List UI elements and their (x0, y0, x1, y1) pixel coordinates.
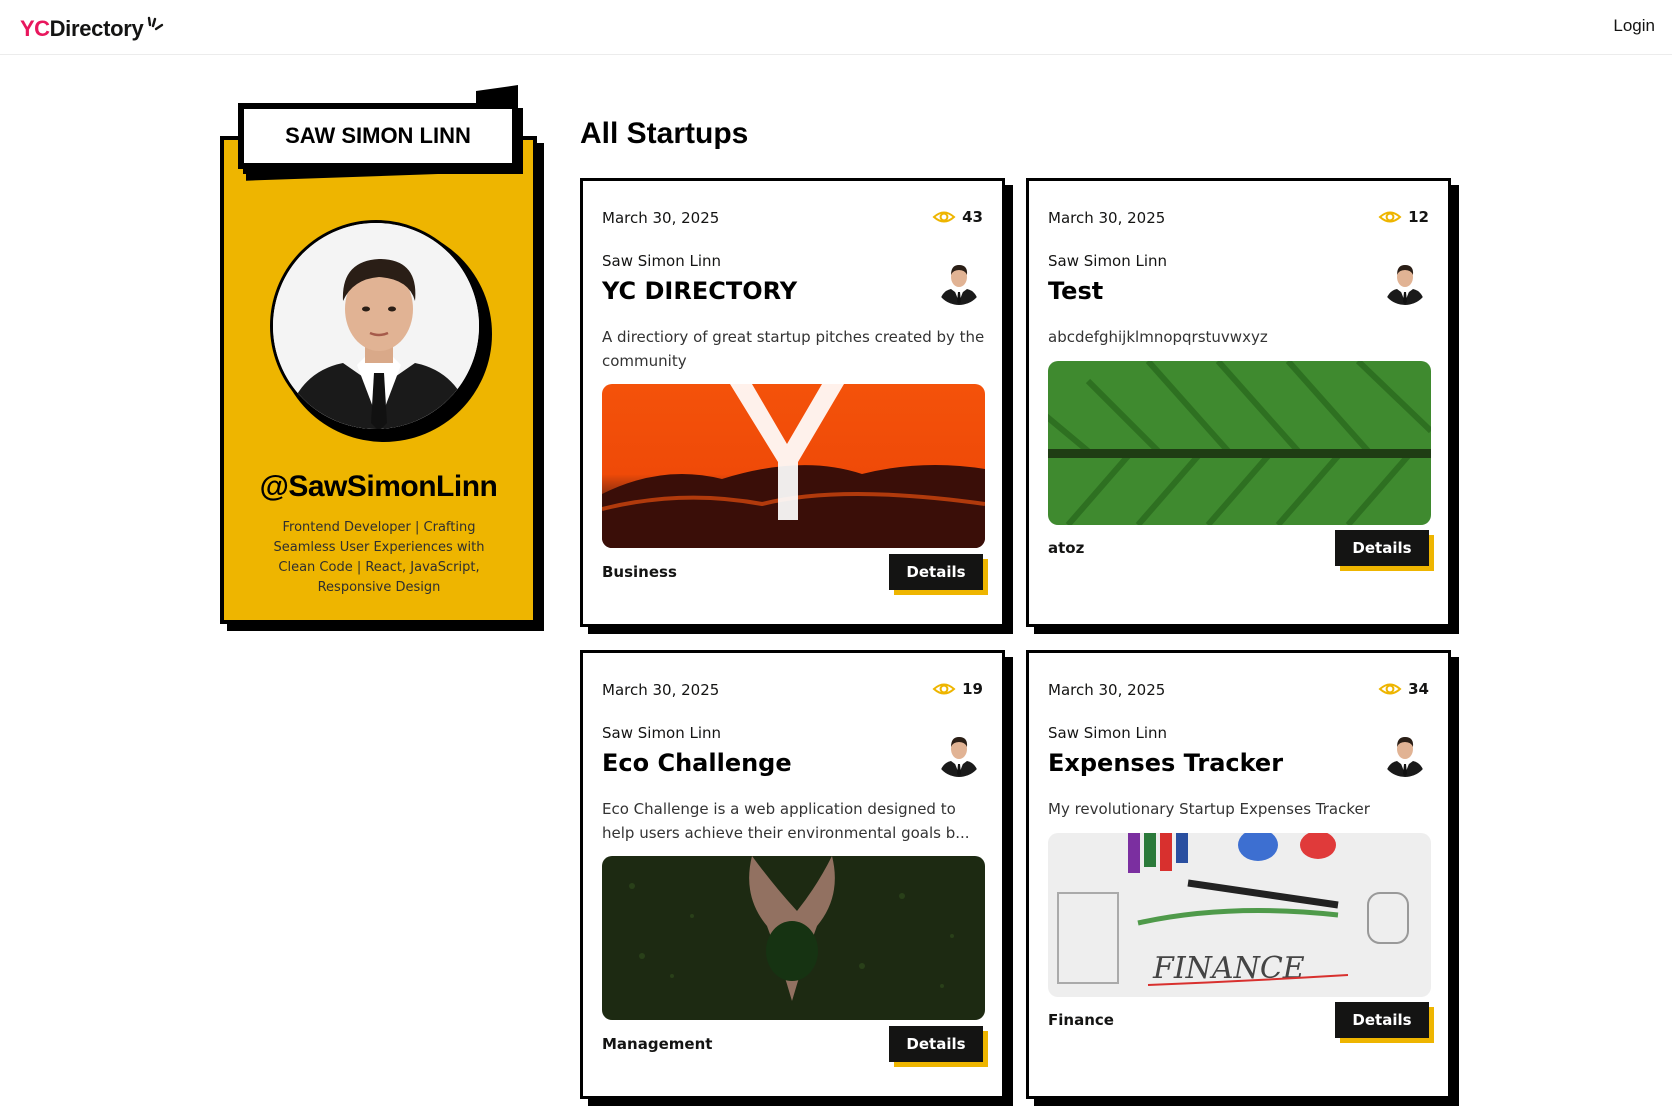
yc-image-icon (602, 384, 985, 548)
yc-directory-logo[interactable]: YC Directory (20, 14, 165, 44)
startup-date: March 30, 2025 (1048, 681, 1166, 699)
startup-description: abcdefghijklmnopqrstuvwxyz (1048, 328, 1268, 346)
startup-title[interactable]: Test (1048, 277, 1103, 305)
startup-card: March 30, 2025 12 Saw Simon Linn Test ab… (1026, 178, 1451, 627)
startup-card: March 30, 2025 19 Saw Simon Linn Eco Cha… (580, 650, 1005, 1099)
startup-title[interactable]: YC DIRECTORY (602, 277, 797, 305)
leaf-image-icon (1048, 361, 1431, 525)
logo-yc-text: YC (20, 16, 50, 41)
startup-description: Eco Challenge is a web application desig… (602, 800, 970, 842)
person-portrait-icon (935, 729, 983, 777)
views-count: 34 (1408, 680, 1429, 698)
startup-title[interactable]: Expenses Tracker (1048, 749, 1283, 777)
logo-directory-text: Directory (49, 16, 144, 41)
views-count: 43 (962, 208, 983, 226)
startup-author[interactable]: Saw Simon Linn (602, 724, 721, 742)
author-avatar[interactable] (1381, 729, 1429, 777)
startup-author[interactable]: Saw Simon Linn (1048, 252, 1167, 270)
author-avatar[interactable] (935, 729, 983, 777)
navbar: YC Directory Login (0, 0, 1672, 55)
startup-views: 19 (932, 680, 983, 698)
startup-card: March 30, 2025 34 Saw Simon Linn Expense… (1026, 650, 1451, 1099)
spark-icon (148, 16, 164, 31)
eye-icon (1378, 683, 1402, 695)
page-title: All Startups (580, 117, 749, 150)
startup-description: My revolutionary Startup Expenses Tracke… (1048, 800, 1370, 818)
startup-category[interactable]: Business (602, 563, 677, 581)
startup-views: 43 (932, 208, 983, 226)
startup-card: March 30, 2025 43 Saw Simon Linn YC DIRE… (580, 178, 1005, 627)
startup-date: March 30, 2025 (1048, 209, 1166, 227)
startup-category[interactable]: atoz (1048, 539, 1084, 557)
profile-avatar (270, 220, 482, 432)
eye-icon (932, 211, 956, 223)
views-count: 19 (962, 680, 983, 698)
startup-views: 34 (1378, 680, 1429, 698)
login-link[interactable]: Login (1613, 16, 1655, 36)
startup-image[interactable] (602, 856, 985, 1020)
profile-bio: Frontend Developer | Crafting Seamless U… (273, 520, 485, 595)
startup-title[interactable]: Eco Challenge (602, 749, 792, 777)
startup-image[interactable] (1048, 361, 1431, 525)
author-avatar[interactable] (1381, 257, 1429, 305)
person-portrait-icon (935, 257, 983, 305)
startup-date: March 30, 2025 (602, 681, 720, 699)
details-button[interactable]: Details (1335, 1002, 1429, 1038)
details-button[interactable]: Details (889, 1026, 983, 1062)
startup-category[interactable]: Management (602, 1035, 712, 1053)
profile-name: SAW SIMON LINN (285, 123, 471, 148)
startup-image[interactable] (602, 384, 985, 548)
hands-soil-image-icon (602, 856, 985, 1020)
startup-category[interactable]: Finance (1048, 1011, 1114, 1029)
startup-date: March 30, 2025 (602, 209, 720, 227)
details-button[interactable]: Details (1335, 530, 1429, 566)
profile-username: @SawSimonLinn (259, 470, 498, 503)
eye-icon (1378, 211, 1402, 223)
eye-icon (932, 683, 956, 695)
finance-sketch-image-icon: FINANCE (1048, 833, 1431, 997)
startup-author[interactable]: Saw Simon Linn (1048, 724, 1167, 742)
person-portrait-icon (273, 223, 479, 429)
author-avatar[interactable] (935, 257, 983, 305)
person-portrait-icon (1381, 257, 1429, 305)
startup-description: A directiory of great startup pitches cr… (602, 328, 985, 370)
views-count: 12 (1408, 208, 1429, 226)
details-button[interactable]: Details (889, 554, 983, 590)
person-portrait-icon (1381, 729, 1429, 777)
startup-views: 12 (1378, 208, 1429, 226)
startup-author[interactable]: Saw Simon Linn (602, 252, 721, 270)
startup-image[interactable]: FINANCE (1048, 833, 1431, 997)
profile-name-banner: SAW SIMON LINN (238, 103, 518, 169)
